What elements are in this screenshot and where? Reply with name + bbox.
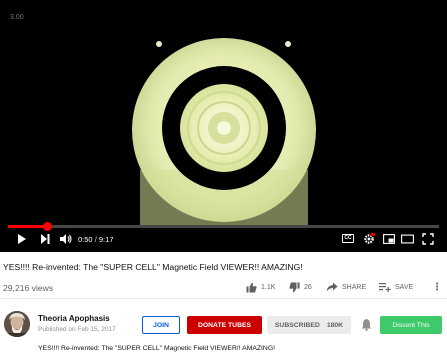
- next-video-icon[interactable]: [40, 233, 50, 245]
- volume-icon[interactable]: [59, 233, 72, 245]
- channel-avatar[interactable]: [4, 311, 30, 337]
- video-title: YES!!!! Re-invented: The "SUPER CELL" Ma…: [3, 262, 303, 272]
- section-divider: [0, 298, 447, 299]
- captions-button[interactable]: CC: [342, 234, 354, 243]
- dissent-this-button[interactable]: Dissent This: [380, 316, 442, 334]
- subscribed-label: SUBSCRIBED: [274, 321, 320, 329]
- time-readout: 0:50 / 9:17: [78, 235, 114, 244]
- video-frame: [0, 0, 447, 225]
- share-arrow-icon: [326, 282, 338, 292]
- subscribed-button[interactable]: SUBSCRIBED 180K: [267, 316, 351, 334]
- player-controls: 0:50 / 9:17 CC: [0, 230, 447, 250]
- time-separator: /: [94, 235, 97, 244]
- duration: 9:17: [98, 235, 114, 244]
- play-icon[interactable]: [17, 233, 27, 245]
- save-button[interactable]: SAVE: [379, 281, 413, 293]
- like-count: 1.1K: [261, 283, 276, 291]
- current-time: 0:50: [78, 235, 93, 244]
- video-corner-label: 3.00: [10, 14, 24, 21]
- video-description: YES!!!! Re-invented: The "SUPER CELL" Ma…: [38, 345, 276, 352]
- thumbs-up-icon: [246, 282, 257, 292]
- share-button[interactable]: SHARE: [326, 281, 366, 293]
- donate-button[interactable]: DONATE TUBES: [187, 316, 262, 334]
- miniplayer-icon[interactable]: [383, 233, 395, 245]
- more-options-icon: ⋮: [432, 281, 442, 293]
- video-player[interactable]: 3.00 0:50 / 9:17 CC: [0, 0, 447, 252]
- progress-played: [8, 225, 48, 228]
- save-label: SAVE: [395, 283, 414, 291]
- view-count: 29,216 views: [3, 283, 54, 293]
- add-to-playlist-icon: [379, 283, 391, 292]
- avatar-portrait: [4, 311, 30, 337]
- fullscreen-icon[interactable]: [422, 233, 434, 245]
- share-label: SHARE: [342, 283, 367, 291]
- subscriber-count: 180K: [326, 321, 344, 329]
- theater-mode-icon[interactable]: [401, 233, 414, 245]
- progress-bar[interactable]: [8, 222, 439, 231]
- thumbs-down-icon: [289, 282, 300, 292]
- dislike-count: 26: [304, 283, 312, 291]
- settings-gear-icon[interactable]: [363, 233, 375, 245]
- like-button[interactable]: 1.1K: [246, 281, 275, 293]
- notification-bell-icon[interactable]: [361, 318, 372, 331]
- more-actions-button[interactable]: ⋮: [432, 281, 442, 293]
- join-button[interactable]: JOIN: [142, 316, 180, 334]
- channel-name[interactable]: Theoria Apophasis: [38, 314, 110, 323]
- dislike-button[interactable]: 26: [289, 281, 312, 293]
- publish-date: Published on Feb 15, 2017: [38, 326, 116, 333]
